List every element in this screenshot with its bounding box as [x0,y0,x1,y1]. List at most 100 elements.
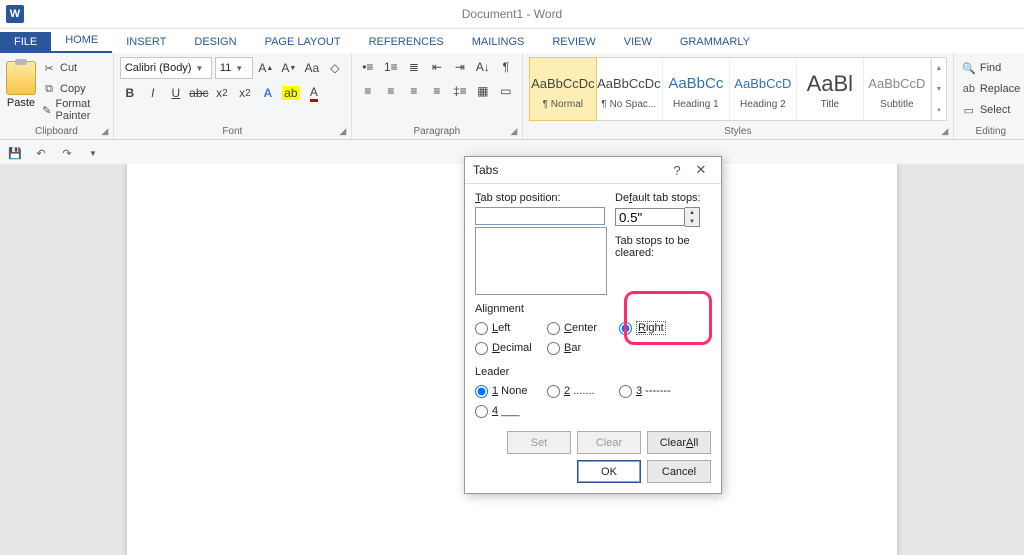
scissors-icon: ✂ [42,61,56,75]
paintbrush-icon: ✎ [42,103,52,117]
font-color-button[interactable]: A [304,83,324,103]
paragraph-launcher[interactable]: ◢ [508,125,520,137]
tab-file[interactable]: FILE [0,32,51,53]
show-marks-button[interactable]: ¶ [496,57,516,77]
save-button[interactable]: 💾 [6,144,24,162]
tab-view[interactable]: VIEW [610,32,666,53]
default-tab-stops-spinner[interactable]: ▲▼ [615,207,711,227]
tab-design[interactable]: DESIGN [180,32,250,53]
tab-stop-list[interactable] [475,227,607,295]
align-right-button[interactable]: ≡ [404,81,424,101]
find-button[interactable]: 🔍Find [960,59,1022,77]
multilevel-button[interactable]: ≣ [404,57,424,77]
style-no-spacing[interactable]: AaBbCcDc¶ No Spac... [596,58,663,120]
alignment-bar[interactable]: Bar [547,338,619,358]
styles-scroll-down[interactable]: ▼ [932,79,946,100]
tab-review[interactable]: REVIEW [538,32,609,53]
cut-button[interactable]: ✂ Cut [40,59,107,77]
group-label-font: Font [120,126,345,139]
close-button[interactable]: ✕ [689,162,713,178]
style-title[interactable]: AaBlTitle [797,58,864,120]
shrink-font-button[interactable]: A▼ [279,58,299,78]
justify-button[interactable]: ≡ [427,81,447,101]
increase-indent-button[interactable]: ⇥ [450,57,470,77]
decrease-indent-button[interactable]: ⇤ [427,57,447,77]
spinner-up[interactable]: ▲ [685,208,699,217]
alignment-left[interactable]: Left [475,318,547,338]
leader-none[interactable]: 1 None [475,381,547,401]
spinner-down[interactable]: ▼ [685,217,699,226]
tab-page-layout[interactable]: PAGE LAYOUT [251,32,355,53]
tab-mailings[interactable]: MAILINGS [458,32,539,53]
tab-home[interactable]: HOME [51,30,112,53]
superscript-button[interactable]: x2 [235,83,255,103]
sort-button[interactable]: A↓ [473,57,493,77]
copy-button[interactable]: ⧉Copy [40,80,107,98]
clear-button[interactable]: Clear [577,431,641,454]
grow-font-button[interactable]: A▲ [256,58,276,78]
close-icon: ✕ [696,162,707,177]
format-painter-button[interactable]: ✎Format Painter [40,101,107,119]
font-size-combo[interactable]: 11▼ [215,57,253,79]
styles-gallery[interactable]: AaBbCcDc¶ Normal AaBbCcDc¶ No Spac... Aa… [529,57,947,121]
bold-button[interactable]: B [120,83,140,103]
change-case-button[interactable]: Aa [302,58,322,78]
undo-button[interactable]: ↶ [32,144,50,162]
paste-button[interactable]: Paste [6,57,36,109]
alignment-label: Alignment [475,303,711,315]
cut-label: Cut [60,62,77,74]
copy-icon: ⧉ [42,82,56,96]
highlight-button[interactable]: ab [281,83,301,103]
default-tab-stops-label: Default tab stops: [615,192,711,204]
align-left-button[interactable]: ≡ [358,81,378,101]
select-label: Select [980,104,1011,116]
replace-button[interactable]: abReplace [960,80,1022,98]
tab-insert[interactable]: INSERT [112,32,180,53]
group-label-clipboard: Clipboard [6,126,107,139]
leader-dashes[interactable]: 3 ------- [619,381,691,401]
font-name-combo[interactable]: Calibri (Body)▼ [120,57,212,79]
borders-button[interactable]: ▭ [496,81,516,101]
subscript-button[interactable]: x2 [212,83,232,103]
style-preview: AaBbCcD [734,69,791,99]
default-tab-stops-input[interactable] [615,208,685,226]
alignment-center[interactable]: Center [547,318,619,338]
styles-more[interactable]: ▾ [932,99,946,120]
clear-label: Clear [596,437,622,449]
qat-customize[interactable]: ▼ [84,144,102,162]
select-button[interactable]: ▭Select [960,101,1022,119]
tab-references[interactable]: REFERENCES [355,32,458,53]
set-button[interactable]: Set [507,431,571,454]
clipboard-launcher[interactable]: ◢ [99,125,111,137]
cancel-label: Cancel [662,466,696,478]
redo-button[interactable]: ↷ [58,144,76,162]
align-center-button[interactable]: ≡ [381,81,401,101]
tab-grammarly[interactable]: GRAMMARLY [666,32,764,53]
help-button[interactable]: ? [665,163,689,178]
leader-dots[interactable]: 2 ....... [547,381,619,401]
style-subtitle[interactable]: AaBbCcDSubtitle [864,58,931,120]
styles-scroll-up[interactable]: ▲ [932,58,946,79]
font-launcher[interactable]: ◢ [337,125,349,137]
tab-stop-position-input[interactable] [475,207,605,225]
shading-button[interactable]: ▦ [473,81,493,101]
underline-button[interactable]: U [166,83,186,103]
app-icon: W [6,5,24,23]
alignment-right[interactable]: Right [619,318,691,338]
text-effects-button[interactable]: A [258,83,278,103]
ok-button[interactable]: OK [577,460,641,483]
styles-launcher[interactable]: ◢ [939,125,951,137]
line-spacing-button[interactable]: ‡≡ [450,81,470,101]
style-heading-1[interactable]: AaBbCcHeading 1 [663,58,730,120]
strikethrough-button[interactable]: abc [189,83,209,103]
clear-all-button[interactable]: Clear All [647,431,711,454]
bullets-button[interactable]: •≡ [358,57,378,77]
clear-formatting-button[interactable]: ◇ [325,58,345,78]
italic-button[interactable]: I [143,83,163,103]
cancel-button[interactable]: Cancel [647,460,711,483]
style-normal[interactable]: AaBbCcDc¶ Normal [529,57,597,121]
style-heading-2[interactable]: AaBbCcDHeading 2 [730,58,797,120]
numbering-button[interactable]: 1≡ [381,57,401,77]
alignment-decimal[interactable]: Decimal [475,338,547,358]
leader-underline[interactable]: 4 ___ [475,401,547,421]
